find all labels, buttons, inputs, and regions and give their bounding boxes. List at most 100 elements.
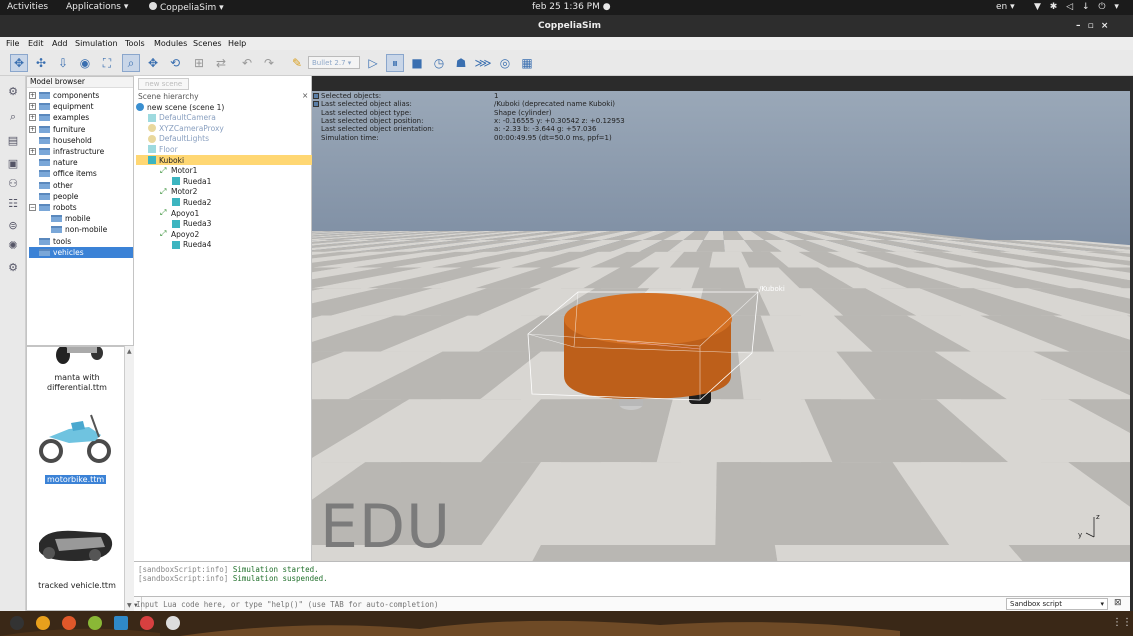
- camera-pan-icon[interactable]: ✥: [10, 54, 28, 72]
- redo-icon[interactable]: ↷: [260, 54, 278, 72]
- menu-tools[interactable]: Tools: [125, 39, 145, 48]
- visualization-toggle-icon[interactable]: ◎: [496, 54, 514, 72]
- expand-toggle-icon[interactable]: +: [29, 148, 36, 155]
- manta-thumbnail[interactable]: [49, 347, 109, 369]
- terminal-icon[interactable]: [114, 616, 128, 630]
- close-icon[interactable]: ×: [302, 91, 308, 100]
- model-folder-12[interactable]: non-mobile: [41, 224, 133, 235]
- scene-object-2[interactable]: XYZCameraProxy: [148, 123, 224, 133]
- model-folder-8[interactable]: other: [29, 180, 133, 191]
- window-controls[interactable]: – ▫ ×: [1076, 21, 1110, 31]
- scroll-down-icon[interactable]: ▼: [127, 602, 132, 609]
- activities-button[interactable]: Activities: [7, 2, 48, 12]
- object-rotate-icon[interactable]: ⟲: [166, 54, 184, 72]
- firefox-icon[interactable]: [62, 616, 76, 630]
- expand-toggle-icon[interactable]: +: [29, 114, 36, 122]
- coppeliasim-icon[interactable]: [140, 616, 154, 630]
- model-folder-1[interactable]: + equipment: [29, 101, 133, 112]
- assemble-icon[interactable]: ⊞: [190, 54, 208, 72]
- motorbike-thumbnail[interactable]: [39, 407, 114, 467]
- shape-edit-icon[interactable]: ⊜: [4, 216, 22, 234]
- scene-tab[interactable]: new scene: [138, 78, 190, 90]
- files-icon[interactable]: [10, 616, 24, 630]
- realtime-icon[interactable]: ◷: [430, 54, 448, 72]
- camera-rotate-icon[interactable]: ✣: [32, 54, 50, 72]
- calculation-modules-icon[interactable]: ▣: [4, 154, 22, 172]
- menu-help[interactable]: Help: [228, 39, 246, 48]
- scripts-icon[interactable]: ☷: [4, 194, 22, 212]
- simulation-settings-icon[interactable]: ⚙: [4, 82, 22, 100]
- expand-toggle-icon[interactable]: +: [29, 103, 36, 111]
- menu-modules[interactable]: Modules: [154, 39, 187, 48]
- fit-to-view-icon[interactable]: ⛶: [98, 54, 116, 72]
- menu-scenes[interactable]: Scenes: [193, 39, 222, 48]
- pause-icon[interactable]: ⏸: [386, 54, 404, 72]
- applications-menu[interactable]: Applications ▾: [66, 2, 128, 12]
- scene-object-11[interactable]: Rueda3: [172, 219, 211, 229]
- info-toggle-icon[interactable]: [313, 101, 319, 107]
- model-folder-5[interactable]: + infrastructure: [29, 146, 133, 157]
- model-folder-10[interactable]: − robots: [29, 202, 133, 213]
- collections-icon[interactable]: ⚇: [4, 174, 22, 192]
- engine-settings-icon[interactable]: ✎: [288, 54, 306, 72]
- physics-engine-select[interactable]: Bullet 2.7 ▾: [308, 56, 360, 69]
- click-select-icon[interactable]: ⌕: [122, 54, 140, 72]
- scene-object-3[interactable]: DefaultLights: [148, 134, 209, 144]
- scene-object-8[interactable]: ⤢ Motor2: [160, 187, 197, 197]
- layers-icon[interactable]: ✺: [4, 236, 22, 254]
- scene-object-10[interactable]: ⤢ Apoyo1: [160, 208, 199, 218]
- object-shift-icon[interactable]: ✥: [144, 54, 162, 72]
- settings-icon[interactable]: [166, 616, 180, 630]
- model-folder-6[interactable]: nature: [29, 157, 133, 168]
- app-icon[interactable]: [88, 616, 102, 630]
- script-select[interactable]: Sandbox script ▾: [1006, 598, 1108, 610]
- model-folder-14[interactable]: vehicles: [29, 246, 133, 258]
- object-properties-icon[interactable]: ▤: [4, 131, 22, 149]
- user-settings-icon[interactable]: ⚙: [4, 258, 22, 276]
- system-tray[interactable]: ▼ ✱ ◁ ↓ ⏻ ▾: [1034, 2, 1122, 12]
- scene-object-6[interactable]: ⤢ Motor1: [160, 166, 197, 176]
- language-selector[interactable]: en ▾: [996, 2, 1015, 12]
- scene-object-12[interactable]: ⤢ Apoyo2: [160, 229, 199, 239]
- model-folder-2[interactable]: + examples: [29, 112, 133, 123]
- undo-icon[interactable]: ↶: [238, 54, 256, 72]
- app-grid-icon[interactable]: ⋮⋮: [1112, 617, 1132, 628]
- lua-input[interactable]: [136, 598, 996, 610]
- clock[interactable]: feb 25 1:36 PM ●: [532, 2, 611, 12]
- thumbnails-scrollbar[interactable]: ▲ ▼: [124, 346, 134, 611]
- model-folder-13[interactable]: tools: [29, 236, 133, 247]
- scene-object-5[interactable]: Kuboki: [136, 155, 312, 165]
- scene-viewport[interactable]: /Kuboki z y: [312, 91, 1130, 561]
- menu-simulation[interactable]: Simulation: [75, 39, 118, 48]
- search-icon[interactable]: ⌕: [4, 108, 22, 126]
- stop-icon[interactable]: ■: [408, 54, 426, 72]
- scene-render[interactable]: /Kuboki z y: [312, 91, 1130, 561]
- scene-object-7[interactable]: Rueda1: [172, 176, 211, 186]
- menu-file[interactable]: File: [6, 39, 19, 48]
- model-folder-4[interactable]: household: [29, 135, 133, 146]
- play-icon[interactable]: ▷: [364, 54, 382, 72]
- chrome-icon[interactable]: [36, 616, 50, 630]
- menu-edit[interactable]: Edit: [28, 39, 44, 48]
- model-folder-3[interactable]: + furniture: [29, 124, 133, 135]
- camera-opening-icon[interactable]: ◉: [76, 54, 94, 72]
- scene-object-13[interactable]: Rueda4: [172, 240, 211, 250]
- info-toggle-icon[interactable]: [313, 93, 319, 99]
- model-folder-7[interactable]: office items: [29, 168, 133, 179]
- speed-up-icon[interactable]: ⋙: [474, 54, 492, 72]
- scene-object-1[interactable]: DefaultCamera: [148, 113, 216, 123]
- tracked-vehicle-thumbnail[interactable]: [35, 525, 117, 569]
- expand-toggle-icon[interactable]: +: [29, 125, 36, 133]
- scroll-up-icon[interactable]: ▲: [127, 348, 132, 355]
- model-folder-0[interactable]: + components: [29, 90, 133, 101]
- scene-object-0[interactable]: new scene (scene 1): [136, 102, 224, 112]
- menu-add[interactable]: Add: [52, 39, 68, 48]
- transfer-dna-icon[interactable]: ⇄: [212, 54, 230, 72]
- model-folder-11[interactable]: mobile: [41, 213, 133, 224]
- scene-object-9[interactable]: Rueda2: [172, 197, 211, 207]
- slow-down-icon[interactable]: ☗: [452, 54, 470, 72]
- camera-shift-icon[interactable]: ⇩: [54, 54, 72, 72]
- expand-toggle-icon[interactable]: −: [29, 204, 36, 211]
- model-folder-9[interactable]: people: [29, 191, 133, 202]
- coppeliasim-app-menu[interactable]: CoppeliaSim ▾: [149, 2, 224, 13]
